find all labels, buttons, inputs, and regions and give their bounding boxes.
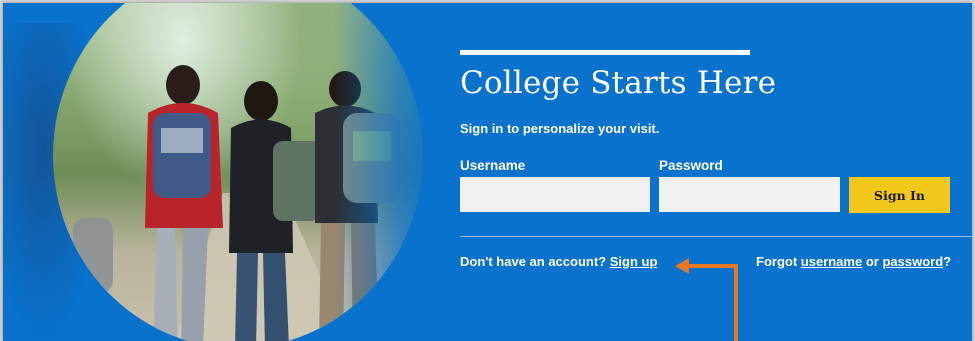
title-accent-bar [460,50,750,55]
no-account-text: Don't have an account? [460,254,607,269]
signup-prompt: Don't have an account? Sign up [460,254,657,269]
form-divider [460,236,972,237]
signin-form: College Starts Here Sign in to personali… [460,3,972,341]
password-label: Password [659,158,723,173]
password-input[interactable] [659,177,840,212]
photo-blue-fade [333,3,443,341]
page-subtitle: Sign in to personalize your visit. [460,121,660,136]
signin-banner: College Starts Here Sign in to personali… [3,3,972,341]
hero-photo-area [3,3,443,341]
username-input[interactable] [460,177,650,212]
page-title: College Starts Here [460,65,777,101]
sign-up-link[interactable]: Sign up [610,254,658,269]
forgot-username-link[interactable]: username [801,254,862,269]
forgot-password-link[interactable]: password [882,254,943,269]
question-mark: ? [943,254,952,269]
forgot-credentials: Forgot username or password? [756,254,951,269]
forgot-prefix: Forgot [756,254,798,269]
or-text: or [865,254,879,269]
sign-in-button[interactable]: Sign In [849,177,950,213]
username-label: Username [460,158,526,173]
